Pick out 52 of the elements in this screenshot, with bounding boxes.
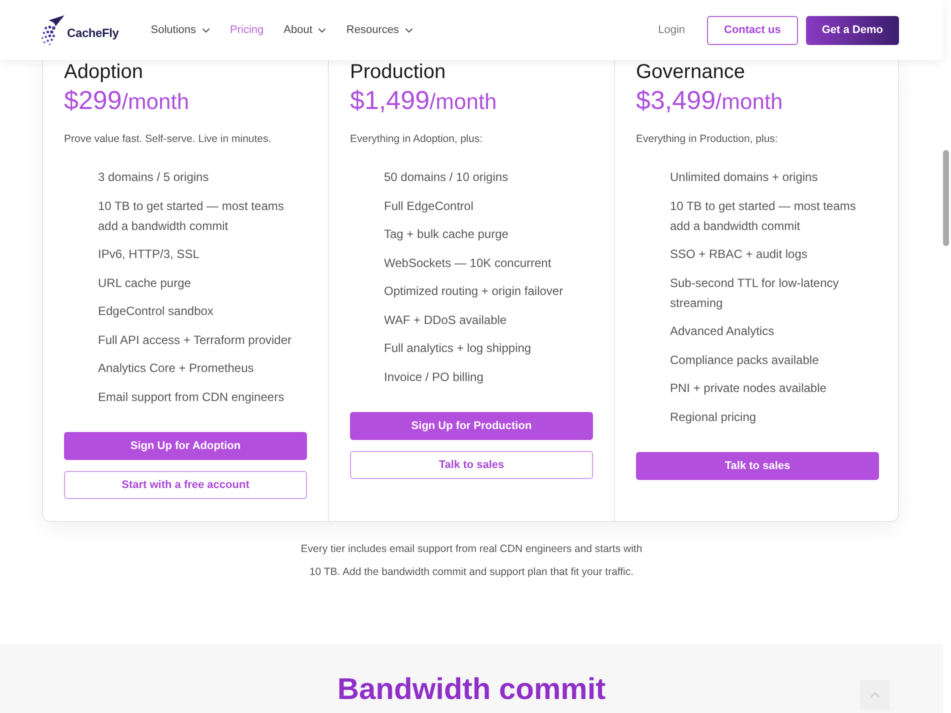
login-link[interactable]: Login [658, 24, 686, 36]
feature-item: Full analytics + log shipping [384, 340, 532, 357]
feature-item: Compliance packs available [670, 352, 820, 368]
plan-summary: Prove value fast. Self-serve. Live in minutes. [64, 132, 272, 147]
primary-button[interactable]: Sign Up for Adoption [64, 432, 307, 460]
back-to-top-button[interactable] [860, 680, 890, 710]
feature-item: Tag + bulk cache purge [384, 226, 510, 243]
nav-link[interactable]: Resources [346, 24, 413, 36]
feature-item: 10 TB to get started — most teams add a bandwidth commit [670, 198, 857, 234]
nav-link[interactable]: Solutions [150, 24, 210, 36]
feature-item: Invoice / PO billing [384, 368, 484, 386]
plan-name: Production [350, 60, 447, 84]
primary-button[interactable]: Talk to sales [636, 452, 879, 480]
plan-name: Adoption [64, 60, 144, 84]
plan-price: $299/month [64, 84, 190, 117]
feature-item: EdgeControl sandbox [98, 303, 214, 320]
feature-item: Optimized routing + origin failover [384, 283, 564, 300]
feature-item: IPv6, HTTP/3, SSL [98, 246, 200, 263]
plan-name: Governance [636, 60, 746, 84]
feature-item: URL cache purge [98, 274, 192, 292]
feature-item: Full EdgeControl [384, 198, 474, 214]
secondary-button[interactable]: Contact us [707, 16, 798, 44]
nav-link[interactable]: Pricing [230, 24, 264, 36]
feature-item: 3 domains / 5 origins [98, 169, 210, 186]
feature-item: SSO + RBAC + audit logs [670, 246, 808, 263]
secondary-button[interactable]: Talk to sales [350, 451, 593, 479]
plan-summary: Everything in Adoption, plus: [350, 132, 484, 147]
feature-item: 50 domains / 10 origins [384, 169, 510, 186]
plan-price: $1,499/month [350, 84, 498, 117]
home-logo-link[interactable]: CacheFly [40, 14, 119, 46]
section-heading: Bandwidth commit [337, 672, 606, 708]
feature-item: WAF + DDoS available [384, 312, 508, 328]
chevron-up-icon [870, 692, 880, 698]
primary-button[interactable]: Sign Up for Production [350, 412, 593, 440]
plan-summary: Everything in Production, plus: [636, 132, 779, 147]
logo-icon [40, 14, 65, 46]
feature-item: 10 TB to get started — most teams add a bandwidth commit [98, 198, 285, 234]
nav-link[interactable]: About [284, 24, 326, 36]
secondary-button[interactable]: Start with a free account [64, 471, 307, 499]
feature-item: Advanced Analytics [670, 323, 776, 340]
feature-item: Sub-second TTL for low-latency streaming [670, 274, 840, 312]
feature-item: Analytics Core + Prometheus [98, 360, 255, 377]
plan-price: $3,499/month [636, 84, 784, 117]
footnote-text: Every tier includes email support from real CDN engineers and starts with 10 TB. Add the bandwidth commit and support plan that fit your traffic. [300, 542, 644, 580]
feature-item: WebSockets — 10K concurrent [384, 254, 552, 272]
feature-item: PNI + private nodes available [670, 380, 828, 397]
primary-button[interactable]: Get a Demo [806, 16, 899, 44]
feature-item: Regional pricing [670, 408, 758, 426]
scrollbar-thumb[interactable] [943, 150, 949, 246]
feature-item: Unlimited domains + origins [670, 169, 819, 186]
feature-item: Full API access + Terraform provider [98, 332, 293, 348]
feature-item: Email support from CDN engineers [98, 388, 286, 406]
